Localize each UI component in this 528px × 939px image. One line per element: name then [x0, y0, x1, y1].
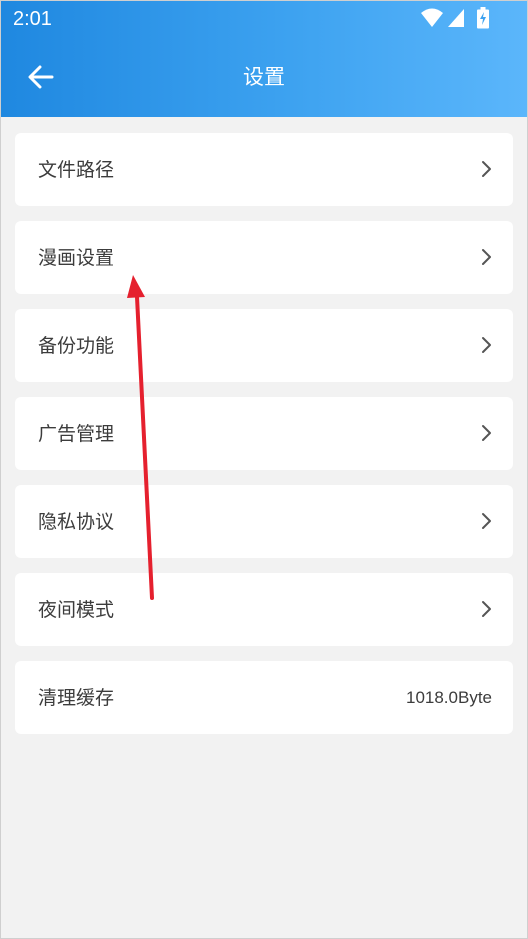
wifi-icon: [421, 8, 443, 27]
settings-item-file-path[interactable]: 文件路径: [15, 133, 513, 206]
settings-item-label: 夜间模式: [38, 599, 115, 621]
chevron-right-icon: [482, 601, 491, 617]
chevron-right-icon: [482, 337, 491, 353]
chevron-right-icon: [482, 249, 491, 265]
settings-item-comic-settings[interactable]: 漫画设置: [15, 221, 513, 294]
battery-charging-icon: [477, 7, 489, 29]
settings-item-backup[interactable]: 备份功能: [15, 309, 513, 382]
settings-item-label: 文件路径: [38, 159, 115, 181]
app-screen: 2:01 设置 文件路径 漫画设置 备份功能 广告管理 隐私协议 夜间模式 清理…: [0, 0, 528, 939]
app-header: 2:01 设置: [1, 1, 527, 117]
cell-signal-icon: [448, 9, 464, 27]
settings-item-label: 清理缓存: [38, 687, 115, 709]
settings-item-privacy-policy[interactable]: 隐私协议: [15, 485, 513, 558]
settings-item-night-mode[interactable]: 夜间模式: [15, 573, 513, 646]
settings-item-clear-cache[interactable]: 清理缓存 1018.0Byte: [15, 661, 513, 734]
chevron-right-icon: [482, 425, 491, 441]
chevron-right-icon: [482, 513, 491, 529]
settings-item-label: 广告管理: [38, 423, 115, 445]
status-bar: 2:01: [1, 1, 527, 35]
cache-size-value: 1018.0Byte: [405, 688, 492, 707]
settings-item-label: 漫画设置: [38, 247, 115, 269]
chevron-right-icon: [482, 161, 491, 177]
settings-item-label: 隐私协议: [38, 511, 115, 533]
page-title: 设置: [243, 65, 285, 89]
settings-list: 文件路径 漫画设置 备份功能 广告管理 隐私协议 夜间模式 清理缓存 1018.…: [15, 133, 513, 749]
toolbar: 设置: [1, 35, 527, 117]
settings-item-label: 备份功能: [38, 335, 115, 357]
status-time: 2:01: [13, 8, 52, 30]
settings-item-ad-management[interactable]: 广告管理: [15, 397, 513, 470]
